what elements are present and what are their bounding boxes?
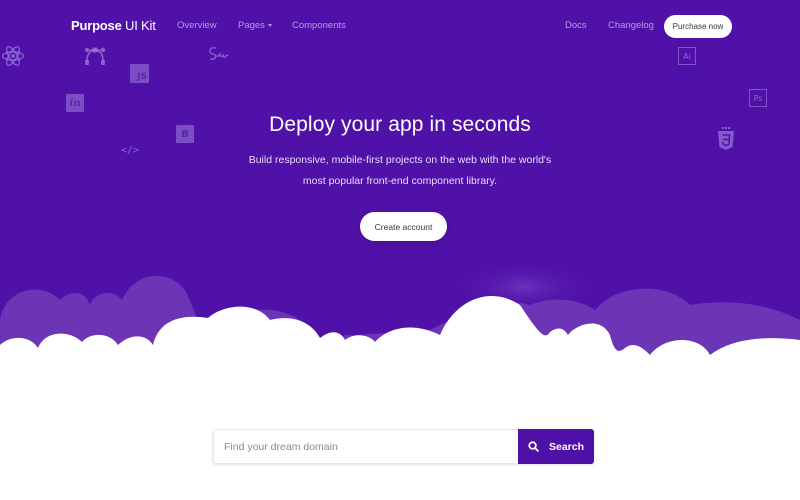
code-icon: </> — [121, 145, 140, 156]
nav-changelog[interactable]: Changelog — [608, 20, 654, 31]
cloud-divider — [0, 260, 800, 390]
nav-components[interactable]: Components — [292, 20, 346, 31]
brand-logo[interactable]: Purpose UI Kit — [71, 18, 156, 33]
search-button[interactable]: Search — [518, 429, 594, 464]
caret-down-icon — [267, 23, 272, 27]
purchase-now-button[interactable]: Purchase now — [664, 15, 732, 38]
search-icon — [528, 441, 539, 452]
landing-page: Purpose UI Kit Overview Pages Components… — [0, 0, 800, 500]
illustrator-icon: Ai — [678, 47, 696, 65]
javascript-icon: JS — [130, 64, 149, 83]
hero-title: Deploy your app in seconds — [269, 113, 531, 136]
bezier-pen-icon — [84, 47, 106, 65]
domain-search-input[interactable] — [213, 429, 518, 464]
nav-pages[interactable]: Pages — [238, 20, 272, 31]
brand-name-rest: UI Kit — [121, 18, 156, 33]
react-icon — [1, 45, 25, 67]
domain-search-form: Search — [213, 429, 594, 464]
nav-overview[interactable]: Overview — [177, 20, 217, 31]
search-button-label: Search — [548, 440, 585, 453]
hero-subtitle-line-2: most popular front-end component library… — [302, 175, 498, 187]
navbar: Purpose UI Kit Overview Pages Components… — [0, 0, 800, 52]
sass-icon — [209, 47, 229, 60]
hero-subtitle: Build responsive, mobile-first projects … — [240, 150, 560, 192]
nav-pages-label: Pages — [238, 20, 265, 31]
nav-docs[interactable]: Docs — [565, 20, 587, 31]
hero-subtitle-line-1: Build responsive, mobile-first projects … — [248, 154, 552, 166]
photoshop-icon: Ps — [749, 89, 767, 107]
brand-name-bold: Purpose — [71, 18, 122, 33]
invision-icon: in — [66, 94, 84, 112]
create-account-button[interactable]: Create account — [360, 212, 447, 241]
